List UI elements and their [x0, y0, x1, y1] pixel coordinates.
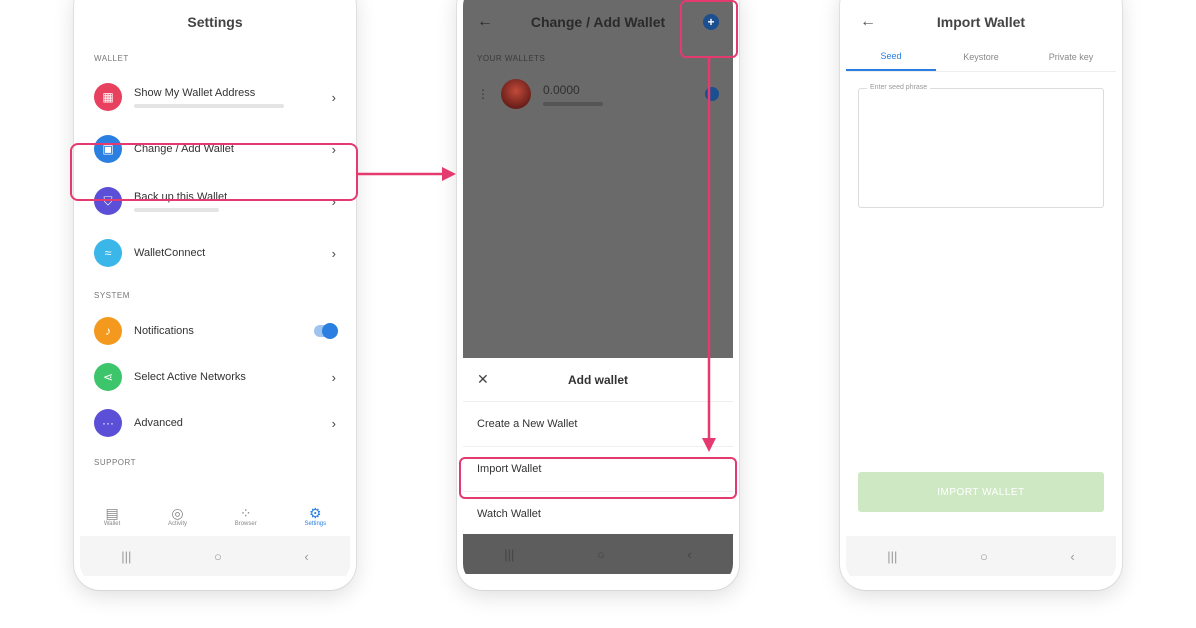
chevron-right-icon: ›: [331, 245, 336, 261]
settings-item-label: Show My Wallet Address: [134, 86, 256, 99]
settings-item-notifications[interactable]: ♪ Notifications: [80, 308, 350, 354]
sheet-header: ✕ Add wallet: [463, 358, 733, 402]
drag-handle-icon[interactable]: ⋮: [477, 87, 489, 101]
qr-icon: ▦: [94, 83, 122, 111]
system-nav-bar: ||| ○ ‹: [846, 536, 1116, 576]
wallet-list-item[interactable]: ⋮ 0.0000: [463, 71, 733, 117]
wallet-icon: ▤: [105, 505, 119, 521]
phone-settings: ▮▮ ▴ ▴▮ Settings WALLET ▦ Show My Wallet…: [74, 0, 356, 590]
highlight-import-wallet: [459, 457, 737, 499]
browser-icon: ⁘: [239, 505, 252, 521]
tab-keystore[interactable]: Keystore: [936, 42, 1026, 71]
nav-activity[interactable]: ◎ Activity: [168, 505, 187, 527]
wallet-avatar: [501, 79, 531, 109]
seed-phrase-label: Enter seed phrase: [867, 84, 931, 91]
phone-import-wallet: ▮▮ ▴ ▴▮ ← Import Wallet Seed Keystore Pr…: [840, 0, 1122, 590]
back-nav-icon[interactable]: ‹: [687, 547, 691, 562]
add-wallet-sheet: ✕ Add wallet Create a New Wallet Import …: [463, 358, 733, 537]
nav-browser[interactable]: ⁘ Browser: [235, 505, 257, 527]
import-tabs: Seed Keystore Private key: [846, 42, 1116, 72]
notifications-toggle[interactable]: [314, 323, 338, 339]
settings-item-show-address[interactable]: ▦ Show My Wallet Address ›: [80, 71, 350, 123]
chevron-right-icon: ›: [331, 369, 336, 385]
wallet-name-placeholder: [543, 101, 603, 106]
settings-screen: ▮▮ ▴ ▴▮ Settings WALLET ▦ Show My Wallet…: [80, 0, 350, 584]
import-wallet-screen: ▮▮ ▴ ▴▮ ← Import Wallet Seed Keystore Pr…: [846, 0, 1116, 584]
chevron-right-icon: ›: [331, 89, 336, 105]
home-icon[interactable]: ○: [597, 547, 605, 562]
system-nav-bar: ||| ○ ‹: [463, 534, 733, 574]
backup-sub-placeholder: [134, 207, 219, 212]
wallet-balance: 0.0000: [543, 82, 580, 97]
system-nav-bar: ||| ○ ‹: [80, 536, 350, 576]
chevron-right-icon: ›: [331, 415, 336, 431]
create-wallet-option[interactable]: Create a New Wallet: [463, 402, 733, 447]
gear-icon: ⚙: [309, 505, 322, 521]
seed-phrase-input[interactable]: Enter seed phrase: [858, 84, 1104, 208]
tab-private-key[interactable]: Private key: [1026, 42, 1116, 71]
nav-label: Browser: [234, 521, 257, 527]
page-title: Settings: [187, 14, 243, 30]
import-wallet-button[interactable]: IMPORT WALLET: [858, 472, 1104, 512]
nav-label: Activity: [168, 521, 188, 527]
back-nav-icon[interactable]: ‹: [304, 549, 308, 564]
nav-wallet[interactable]: ▤ Wallet: [104, 505, 120, 527]
bell-icon: ♪: [94, 317, 122, 345]
home-icon[interactable]: ○: [214, 549, 222, 564]
section-support: SUPPORT: [94, 458, 137, 467]
tab-seed[interactable]: Seed: [846, 42, 936, 71]
arrowhead-right: [442, 167, 456, 181]
more-icon: ···: [94, 409, 122, 437]
settings-item-label: Select Active Networks: [134, 371, 246, 383]
nav-label: Settings: [304, 521, 327, 527]
close-icon[interactable]: ✕: [477, 371, 489, 388]
share-icon: ⋖: [94, 363, 122, 391]
settings-item-networks[interactable]: ⋖ Select Active Networks ›: [80, 354, 350, 400]
highlight-change-wallet: [70, 143, 358, 201]
settings-item-label: Notifications: [134, 325, 194, 337]
back-nav-icon[interactable]: ‹: [1070, 549, 1074, 564]
wallet-action-icon[interactable]: [705, 87, 719, 101]
walletconnect-icon: ≈: [94, 239, 122, 267]
section-wallet: WALLET: [94, 54, 129, 63]
page-title: ← Import Wallet: [846, 2, 1116, 42]
back-arrow-icon[interactable]: ←: [860, 2, 876, 42]
settings-item-label: WalletConnect: [134, 247, 206, 259]
address-placeholder: [134, 103, 285, 108]
recent-apps-icon[interactable]: |||: [504, 547, 514, 562]
activity-icon: ◎: [171, 505, 184, 521]
nav-settings[interactable]: ⚙ Settings: [304, 505, 326, 527]
recent-apps-icon[interactable]: |||: [121, 549, 131, 564]
recent-apps-icon[interactable]: |||: [887, 549, 897, 564]
bottom-nav: ▤ Wallet ◎ Activity ⁘ Browser ⚙ Settings: [80, 496, 350, 536]
home-icon[interactable]: ○: [980, 549, 988, 564]
settings-item-walletconnect[interactable]: ≈ WalletConnect ›: [80, 227, 350, 279]
page-title-text: Import Wallet: [936, 14, 1026, 30]
settings-item-label: Advanced: [134, 417, 183, 429]
page-title-text: Change / Add Wallet: [530, 14, 666, 30]
highlight-plus-button: [680, 0, 738, 58]
back-arrow-icon[interactable]: ←: [477, 2, 493, 42]
phone-change-wallet: ▮▮ ▴ ← Change / Add Wallet + YOUR WALLET…: [457, 0, 739, 590]
section-system: SYSTEM: [94, 291, 130, 300]
settings-item-advanced[interactable]: ··· Advanced ›: [80, 400, 350, 446]
nav-label: Wallet: [103, 521, 121, 527]
sheet-title: Add wallet: [567, 372, 628, 387]
